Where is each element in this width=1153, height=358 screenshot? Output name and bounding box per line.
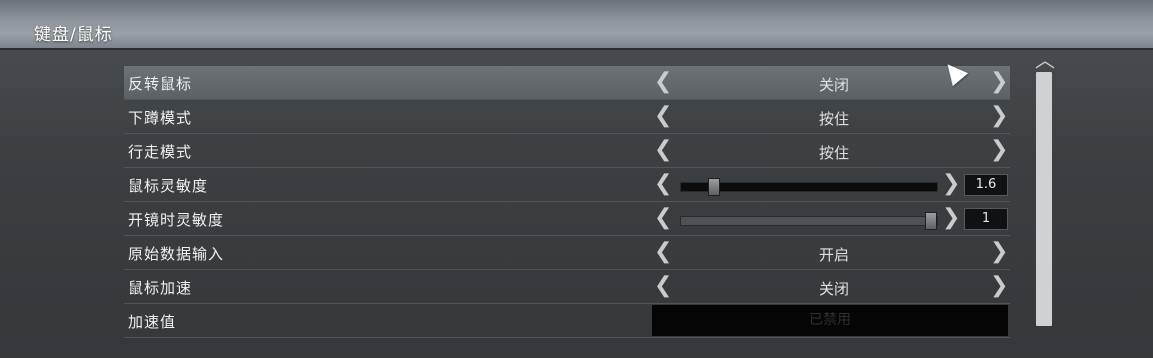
- setting-label: 反转鼠标: [128, 75, 193, 93]
- setting-label: 加速值: [128, 313, 177, 331]
- sensitivity-slider[interactable]: [680, 178, 938, 196]
- setting-row-mouse-sensitivity: 鼠标灵敏度 ❮ ❯ 1.6: [124, 168, 1010, 202]
- setting-label: 鼠标加速: [128, 279, 193, 297]
- setting-label: 原始数据输入: [128, 245, 225, 263]
- setting-value: 关闭: [818, 280, 849, 298]
- chevron-left-icon[interactable]: ❮: [654, 240, 672, 264]
- chevron-right-icon[interactable]: ❯: [990, 240, 1008, 264]
- chevron-left-icon[interactable]: ❮: [654, 274, 672, 298]
- chevron-right-icon[interactable]: ❯: [990, 138, 1008, 162]
- chevron-left-icon[interactable]: ❮: [654, 104, 672, 128]
- chevron-left-icon[interactable]: ❮: [654, 70, 672, 94]
- chevron-left-icon[interactable]: ❮: [654, 138, 672, 162]
- setting-value: 按住: [818, 110, 849, 128]
- header-bar: 键盘/鼠标: [0, 0, 1153, 50]
- setting-value: 按住: [818, 144, 849, 162]
- setting-label: 行走模式: [128, 143, 193, 161]
- chevron-right-icon[interactable]: ❯: [942, 206, 960, 230]
- chevron-left-icon[interactable]: ❮: [654, 206, 672, 230]
- page-title: 键盘/鼠标: [34, 25, 113, 45]
- setting-row-acceleration-value: 加速值 已禁用: [124, 304, 1010, 338]
- setting-row-crouch-mode[interactable]: 下蹲模式 ❮ 按住 ❯: [124, 100, 1010, 134]
- chevron-right-icon[interactable]: ❯: [990, 274, 1008, 298]
- chevron-right-icon[interactable]: ❯: [942, 172, 960, 196]
- chevron-left-icon[interactable]: ❮: [654, 172, 672, 196]
- settings-panel: 反转鼠标 ❮ 关闭 ❯ 下蹲模式 ❮ 按住 ❯ 行走模式 ❮ 按住 ❯ 鼠标灵敏…: [124, 66, 1010, 338]
- scrollbar[interactable]: [1036, 72, 1052, 326]
- chevron-right-icon[interactable]: ❯: [990, 70, 1008, 94]
- sensitivity-value-field[interactable]: 1.6: [964, 174, 1008, 196]
- setting-row-mouse-acceleration[interactable]: 鼠标加速 ❮ 关闭 ❯: [124, 270, 1010, 304]
- scroll-up-icon[interactable]: ︿: [1033, 50, 1057, 70]
- setting-label: 鼠标灵敏度: [128, 177, 209, 195]
- disabled-field: 已禁用: [652, 305, 1008, 336]
- setting-value: 开启: [818, 246, 849, 264]
- setting-value: 关闭: [818, 76, 849, 94]
- zoom-sensitivity-value-field[interactable]: 1: [964, 208, 1008, 230]
- setting-row-raw-input[interactable]: 原始数据输入 ❮ 开启 ❯: [124, 236, 1010, 270]
- setting-label: 下蹲模式: [128, 109, 193, 127]
- slider-thumb[interactable]: [708, 178, 720, 196]
- chevron-right-icon[interactable]: ❯: [990, 104, 1008, 128]
- setting-row-zoom-sensitivity: 开镜时灵敏度 ❮ ❯ 1: [124, 202, 1010, 236]
- setting-row-invert-mouse[interactable]: 反转鼠标 ❮ 关闭 ❯: [124, 66, 1010, 100]
- zoom-sensitivity-slider[interactable]: [680, 212, 938, 230]
- setting-label: 开镜时灵敏度: [128, 211, 225, 229]
- setting-row-walk-mode[interactable]: 行走模式 ❮ 按住 ❯: [124, 134, 1010, 168]
- slider-thumb[interactable]: [925, 212, 937, 230]
